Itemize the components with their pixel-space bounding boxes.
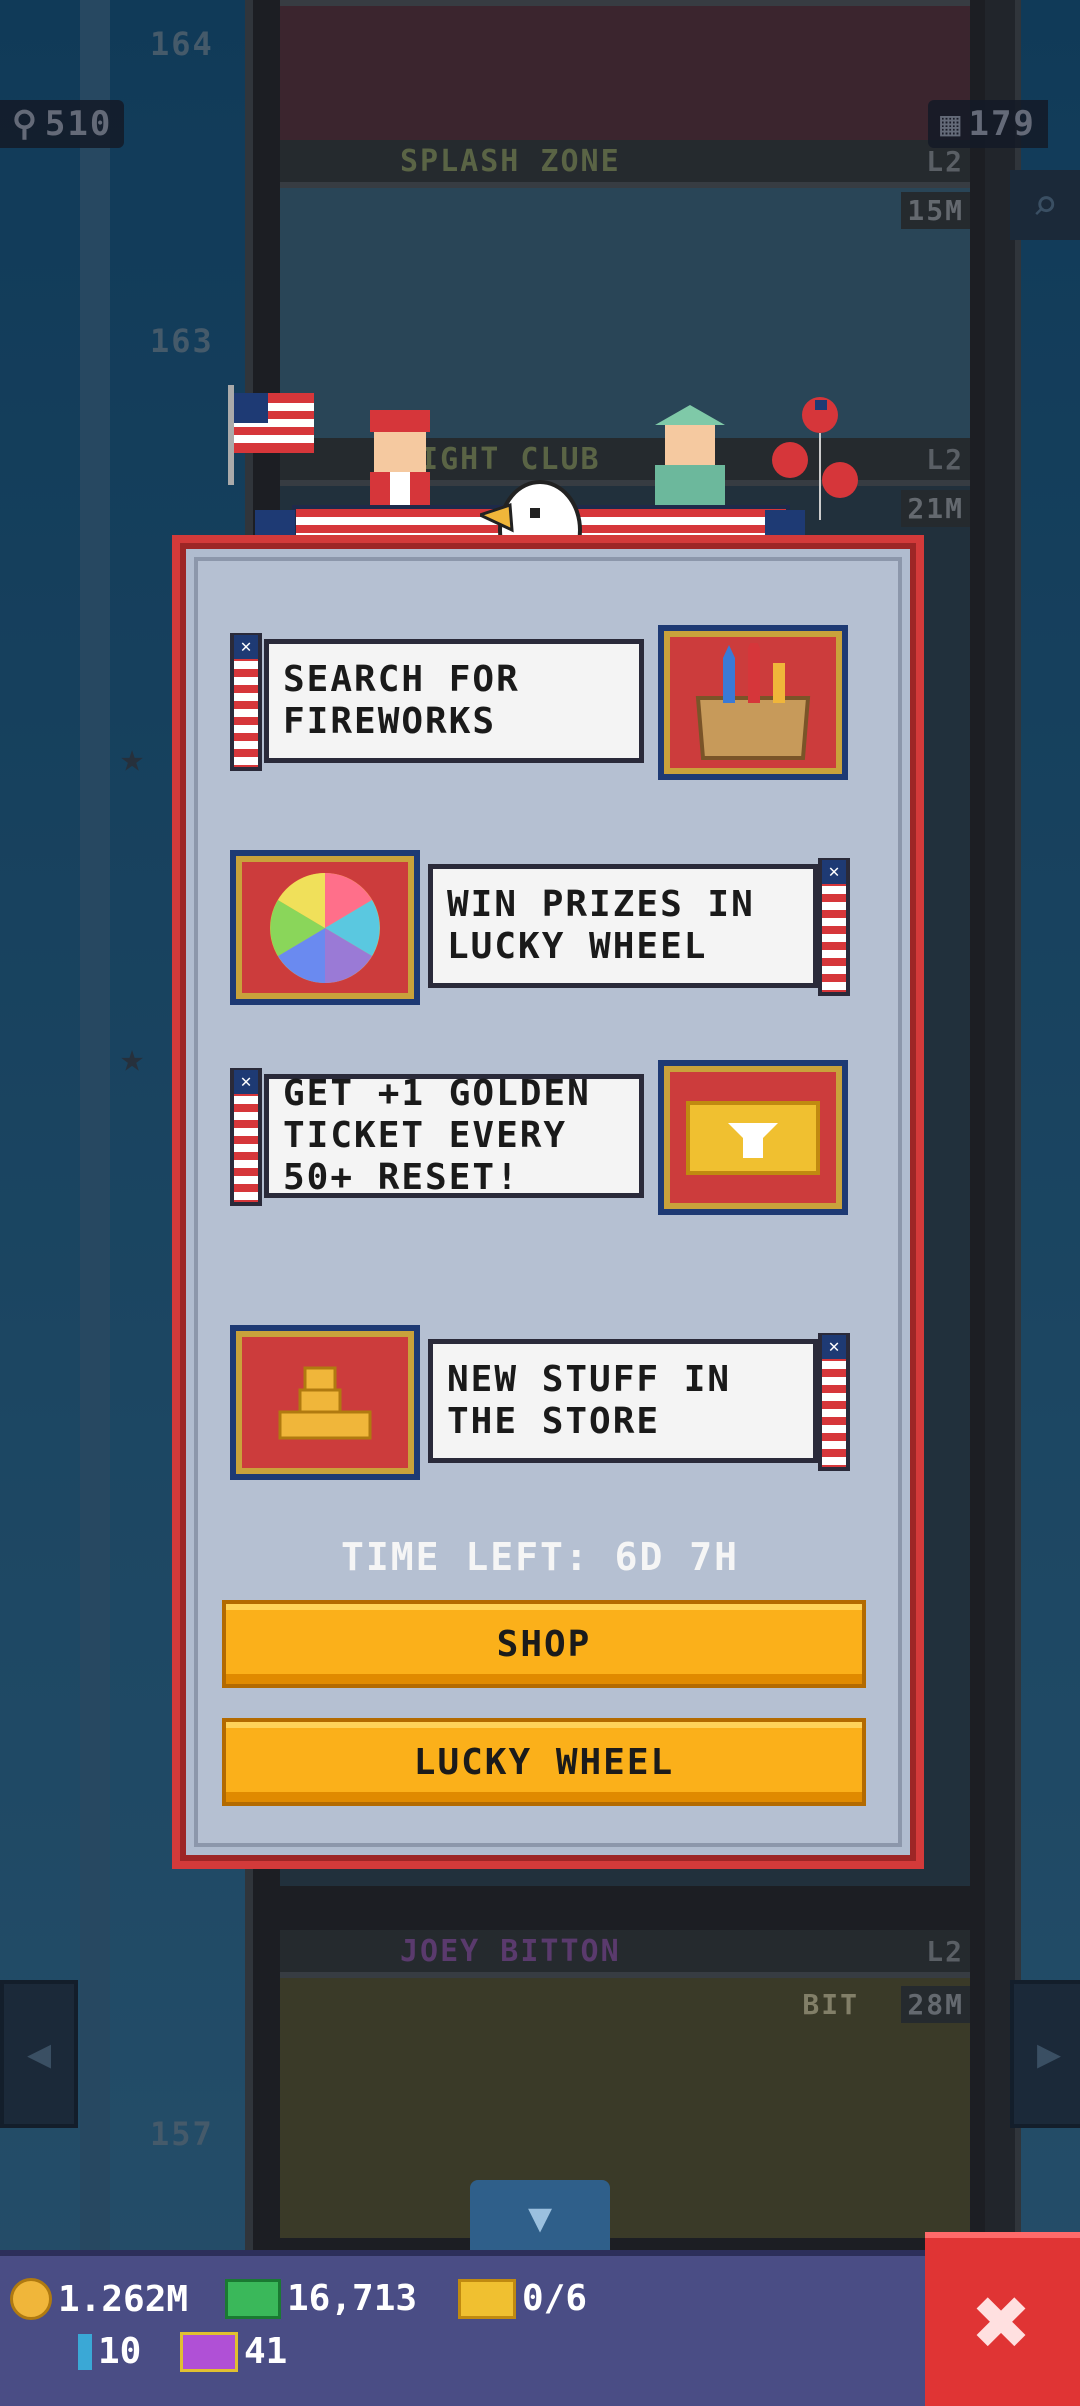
liberty-character-icon (645, 405, 735, 505)
event-row-label: GET +1 GOLDEN TICKET EVERY 50+ RESET! (264, 1073, 644, 1198)
coins-stat[interactable]: 1.262M (10, 2278, 188, 2320)
fireworks-box-icon (658, 625, 848, 780)
scroll-down-tab[interactable]: ▼ (470, 2180, 610, 2255)
keys-value: 10 (98, 2331, 142, 2372)
bux-stat[interactable]: 16,713 (225, 2278, 417, 2319)
event-row-store[interactable]: NEW STUFF IN THE STORE (230, 1325, 850, 1480)
close-button[interactable]: ✖ (925, 2232, 1080, 2406)
stripe-decoration (818, 1333, 850, 1471)
tickets-stat[interactable]: 0/6 (458, 2278, 587, 2319)
close-icon: ✖ (973, 2266, 1032, 2378)
event-row-label: NEW STUFF IN THE STORE (428, 1339, 818, 1463)
golden-ticket-icon (658, 1060, 848, 1215)
event-row-fireworks[interactable]: SEARCH FOR FIREWORKS (230, 625, 850, 780)
shop-button[interactable]: SHOP (222, 1600, 866, 1688)
chevron-down-icon: ▼ (527, 2194, 553, 2241)
bux-icon (225, 2278, 281, 2319)
bux-value: 16,713 (287, 2278, 418, 2319)
event-time-left: TIME LEFT: 6D 7H (340, 1535, 740, 1579)
tickets-value: 0/6 (522, 2278, 588, 2319)
vip-stat[interactable]: 41 (180, 2331, 287, 2372)
vip-value: 41 (244, 2331, 288, 2372)
lucky-wheel-button[interactable]: LUCKY WHEEL (222, 1718, 866, 1806)
balloons-icon (770, 390, 860, 520)
stripe-decoration (818, 858, 850, 996)
event-row-label: WIN PRIZES IN LUCKY WHEEL (428, 864, 818, 988)
stripe-decoration (230, 1068, 262, 1206)
key-icon (78, 2333, 92, 2370)
lucky-wheel-icon (230, 850, 420, 1005)
vip-ticket-icon (180, 2331, 238, 2372)
golden-ticket-icon (458, 2278, 516, 2319)
gold-coins-icon (230, 1325, 420, 1480)
stripe-decoration (230, 633, 262, 771)
event-row-label: SEARCH FOR FIREWORKS (264, 639, 644, 763)
event-row-golden-ticket[interactable]: GET +1 GOLDEN TICKET EVERY 50+ RESET! (230, 1060, 850, 1215)
currency-bar: 1.262M 16,713 0/6 10 41 (0, 2250, 925, 2406)
character-cap-icon (360, 410, 440, 510)
coins-value: 1.262M (58, 2278, 189, 2320)
flag-icon (228, 385, 328, 485)
keys-stat[interactable]: 10 (78, 2331, 141, 2372)
event-row-lucky-wheel[interactable]: WIN PRIZES IN LUCKY WHEEL (230, 850, 850, 1005)
coin-icon (10, 2278, 52, 2320)
